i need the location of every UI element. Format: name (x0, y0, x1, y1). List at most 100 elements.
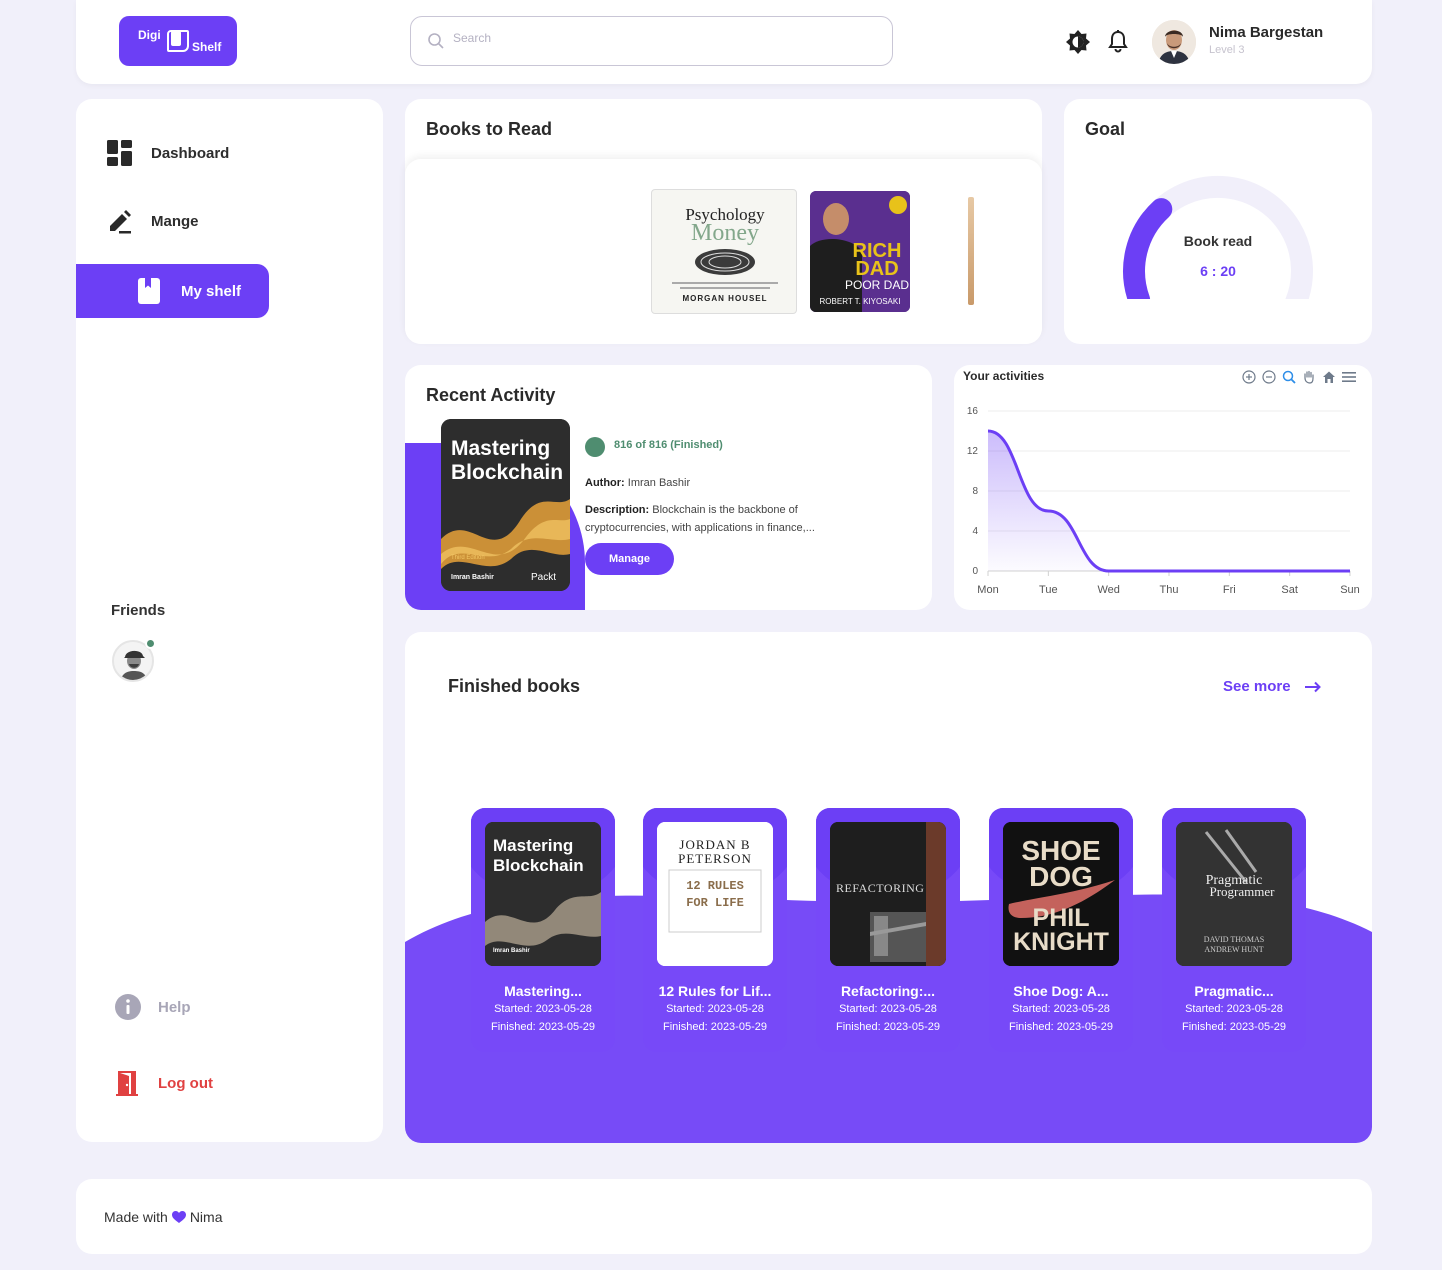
description-key: Description: (585, 504, 650, 516)
zoom-in-icon[interactable] (1240, 368, 1257, 385)
y-tick-label: 0 (972, 566, 978, 577)
recent-book-cover[interactable]: Mastering Blockchain Third Edition Imran… (441, 419, 570, 591)
book-description: Description: Blockchain is the backbone … (585, 501, 855, 537)
books-to-read-title: Books to Read (426, 119, 553, 139)
book-title: Mastering... (504, 983, 582, 999)
app-logo[interactable]: Digi Shelf (119, 16, 237, 66)
finished-book-card[interactable]: REFACTORING Refactoring:... Started: 202… (816, 808, 960, 1052)
user-name: Nima Bargestan (1209, 24, 1324, 41)
recent-activity-title: Recent Activity (426, 385, 556, 405)
activity-chart-panel: Your activities 0 4 8 12 16 Mon Tue Wed Thu Fri Sa… (954, 365, 1372, 610)
chart-toolbar (1240, 368, 1357, 385)
menu-icon[interactable] (1340, 368, 1357, 385)
logout-door-icon (116, 1071, 138, 1096)
home-reset-icon[interactable] (1320, 368, 1337, 385)
friends-title: Friends (111, 602, 166, 619)
book-finished: Finished: 2023-05-29 (836, 1021, 940, 1033)
footer-credit: Made with Nima (104, 1209, 222, 1225)
book-title: Pragmatic... (1194, 983, 1274, 999)
top-header: Digi Shelf Nima Bargestan Level 3 (76, 0, 1372, 84)
see-more-label: See more (1223, 678, 1291, 695)
cover-author: MORGAN HOUSEL (682, 294, 768, 303)
book-spine-partial[interactable] (968, 197, 974, 305)
finished-book-card[interactable]: Pragmatic Programmer DAVID THOMAS ANDREW… (1162, 808, 1306, 1052)
y-tick-label: 16 (967, 406, 979, 417)
nav-item-my-shelf[interactable]: My shelf (76, 264, 269, 318)
goal-title: Goal (1085, 119, 1126, 139)
x-tick-label: Fri (1223, 584, 1236, 596)
book-icon (136, 278, 162, 304)
logo-text-top: Digi (138, 28, 161, 42)
arrow-right-icon (1304, 681, 1321, 692)
x-tick-label: Mon (977, 584, 998, 596)
book-title: Shoe Dog: A... (1013, 983, 1109, 999)
finished-book-cover: JORDAN B PETERSON 12 RULES FOR LIFE (657, 822, 773, 966)
book-title: 12 Rules for Lif... (658, 983, 772, 999)
finished-book-cover: Pragmatic Programmer DAVID THOMAS ANDREW… (1176, 822, 1292, 966)
magnifier-icon[interactable] (1280, 368, 1297, 385)
pan-hand-icon[interactable] (1300, 368, 1317, 385)
svg-text:ANDREW HUNT: ANDREW HUNT (1204, 945, 1263, 954)
book-cover-rich-dad-poor-dad[interactable]: RICH DAD POOR DAD ROBERT T. KIYOSAKI (810, 191, 910, 312)
recent-activity-panel: Recent Activity Mastering Blockchain Thi… (405, 365, 932, 610)
svg-text:REFACTORING: REFACTORING (836, 881, 924, 895)
activity-area-chart: 0 4 8 12 16 Mon Tue Wed Thu Fri Sat Sun (967, 406, 1360, 596)
x-tick-label: Tue (1039, 584, 1058, 596)
book-logo-icon (167, 30, 189, 52)
finished-books-panel: Finished books See more Mastering Blockc… (405, 632, 1372, 1143)
finished-book-card[interactable]: Mastering Blockchain Imran Bashir Master… (471, 808, 615, 1052)
goal-value: 6 : 20 (1200, 263, 1236, 279)
logout-link[interactable]: Log out (114, 1069, 213, 1097)
x-tick-label: Sat (1281, 584, 1298, 596)
svg-text:JORDAN B: JORDAN B (679, 837, 750, 852)
x-tick-label: Sun (1340, 584, 1360, 596)
cover-publisher: Packt (531, 572, 557, 583)
nav-item-dashboard[interactable]: Dashboard (76, 126, 383, 180)
book-finished: Finished: 2023-05-29 (1009, 1021, 1113, 1033)
svg-text:DOG: DOG (1029, 861, 1093, 892)
user-avatar[interactable] (1152, 20, 1196, 64)
nav-label: My shelf (181, 282, 242, 300)
goal-panel: Goal Book read 6 : 20 (1064, 99, 1372, 344)
y-tick-label: 12 (967, 446, 979, 457)
series-area (988, 431, 1350, 571)
book-cover-psychology-of-money[interactable]: Psychology Money MORGAN HOUSEL (651, 189, 797, 314)
book-started: Started: 2023-05-28 (839, 1003, 937, 1015)
dashboard-icon (107, 140, 133, 166)
see-more-link[interactable]: See more (1223, 678, 1321, 695)
nav-item-mange[interactable]: Mange (76, 194, 383, 248)
finished-status-dot (585, 437, 605, 457)
nav-label: Mange (151, 212, 199, 230)
finished-book-card[interactable]: SHOE DOG PHIL KNIGHT Shoe Dog: A... Star… (989, 808, 1133, 1052)
notification-bell-icon[interactable] (1107, 29, 1129, 58)
help-link[interactable]: Help (114, 993, 191, 1021)
y-tick-label: 8 (972, 486, 978, 497)
svg-text:DAD: DAD (855, 258, 898, 280)
nav-label: Dashboard (151, 144, 230, 162)
search-box[interactable] (410, 16, 893, 66)
footer-made-with: Made with (104, 1209, 168, 1225)
theme-toggle-icon[interactable] (1065, 29, 1091, 60)
y-tick-label: 4 (972, 526, 978, 537)
svg-text:KNIGHT: KNIGHT (1013, 928, 1109, 956)
zoom-out-icon[interactable] (1260, 368, 1277, 385)
finished-book-cover: Mastering Blockchain Imran Bashir (485, 822, 601, 966)
goal-label: Book read (1183, 233, 1253, 249)
manage-button[interactable]: Manage (585, 543, 674, 575)
svg-text:POOR DAD: POOR DAD (845, 278, 909, 292)
info-icon (115, 994, 141, 1020)
finished-book-card[interactable]: JORDAN B PETERSON 12 RULES FOR LIFE 12 R… (643, 808, 787, 1052)
svg-text:Programmer: Programmer (1210, 884, 1276, 899)
footer: Made with Nima (76, 1179, 1372, 1254)
book-finished: Finished: 2023-05-29 (1182, 1021, 1286, 1033)
search-input[interactable] (453, 31, 853, 45)
svg-text:DAVID THOMAS: DAVID THOMAS (1204, 935, 1264, 944)
book-author: Author: Imran Bashir (585, 477, 690, 489)
book-started: Started: 2023-05-28 (1185, 1003, 1283, 1015)
x-tick-label: Thu (1160, 584, 1179, 596)
cover-title-line2: Blockchain (451, 461, 564, 484)
author-key: Author: (585, 477, 625, 489)
book-finished: Finished: 2023-05-29 (491, 1021, 595, 1033)
chart-title: Your activities (963, 369, 1045, 383)
author-value: Imran Bashir (627, 477, 691, 489)
